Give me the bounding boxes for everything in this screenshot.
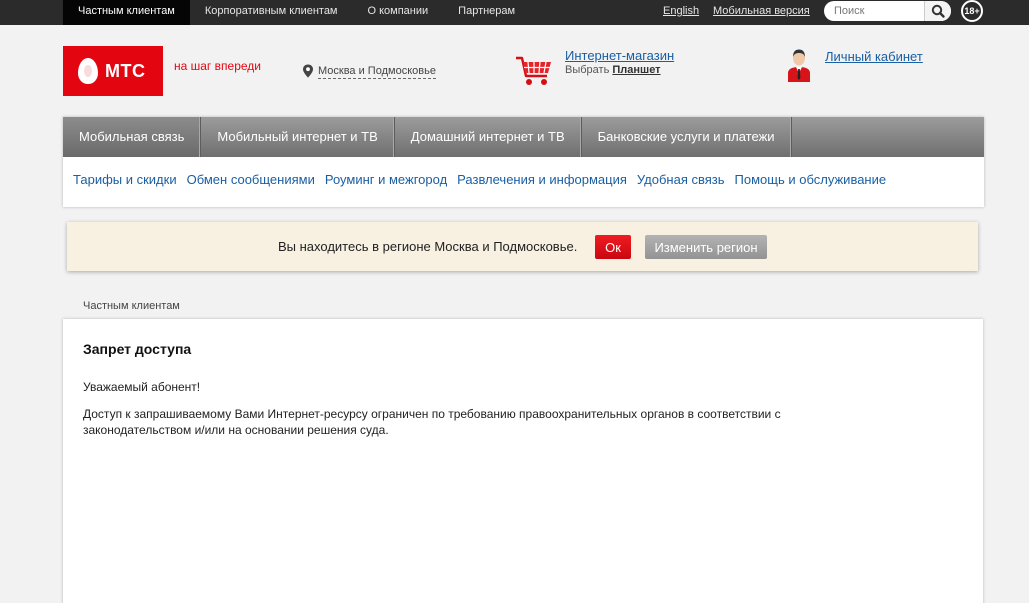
mobile-version-link[interactable]: Мобильная версия: [713, 0, 810, 22]
region-confirm-message: Вы находитесь в регионе Москва и Подмоск…: [278, 239, 578, 254]
shop-choose-line: Выбрать Планшет: [565, 64, 661, 76]
logo-egg-icon: [78, 58, 98, 84]
search-input[interactable]: [824, 1, 924, 21]
subnav-help[interactable]: Помощь и обслуживание: [735, 172, 887, 187]
region-selector[interactable]: Москва и Подмосковье: [318, 65, 436, 79]
subnav-messaging[interactable]: Обмен сообщениями: [187, 172, 315, 187]
logo-text: МТС: [105, 61, 146, 81]
slogan: на шаг впереди: [174, 59, 261, 73]
top-bar: Частным клиентам Корпоративным клиентам …: [0, 0, 1029, 25]
shop-choose-label: Выбрать: [565, 64, 610, 76]
user-avatar-icon[interactable]: [785, 48, 813, 82]
location-pin-icon: [303, 64, 313, 78]
shop-item-link[interactable]: Планшет: [612, 64, 660, 76]
sub-navigation: Тарифы и скидки Обмен сообщениями Роумин…: [73, 172, 896, 187]
tab-banking-payments[interactable]: Банковские услуги и платежи: [582, 117, 792, 157]
tab-home-internet-tv[interactable]: Домашний интернет и ТВ: [395, 117, 582, 157]
online-shop-link[interactable]: Интернет-магазин: [565, 48, 674, 63]
mts-logo[interactable]: МТС: [63, 46, 163, 96]
english-link[interactable]: English: [663, 0, 699, 22]
top-nav-partners[interactable]: Партнерам: [443, 0, 530, 25]
tab-mobile-internet-tv[interactable]: Мобильный интернет и ТВ: [201, 117, 395, 157]
change-region-button[interactable]: Изменить регион: [645, 235, 767, 259]
page-title: Запрет доступа: [83, 341, 192, 357]
search-icon: [931, 4, 945, 18]
tab-mobile[interactable]: Мобильная связь: [63, 117, 202, 157]
subnav-entertainment[interactable]: Развлечения и информация: [457, 172, 627, 187]
breadcrumb[interactable]: Частным клиентам: [83, 300, 180, 312]
personal-account-link[interactable]: Личный кабинет: [825, 49, 923, 64]
top-nav-about[interactable]: О компании: [353, 0, 444, 25]
content-panel: Запрет доступа Уважаемый абонент! Доступ…: [63, 319, 983, 603]
top-nav-corporate-clients[interactable]: Корпоративным клиентам: [190, 0, 353, 25]
subnav-convenient[interactable]: Удобная связь: [637, 172, 725, 187]
main-navigation: Мобильная связь Мобильный интернет и ТВ …: [63, 117, 984, 207]
greeting-text: Уважаемый абонент!: [83, 380, 201, 394]
subnav-tariffs[interactable]: Тарифы и скидки: [73, 172, 177, 187]
access-denied-message: Доступ к запрашиваемому Вами Интернет-ре…: [83, 407, 781, 437]
search-button[interactable]: [924, 1, 951, 21]
region-confirm-bar: Вы находитесь в регионе Москва и Подмоск…: [67, 222, 978, 271]
region-ok-button[interactable]: Ок: [595, 235, 631, 259]
age-rating-badge: 18+: [961, 0, 983, 22]
subnav-roaming[interactable]: Роуминг и межгород: [325, 172, 447, 187]
shopping-cart-icon[interactable]: [514, 54, 554, 88]
top-nav-private-clients[interactable]: Частным клиентам: [63, 0, 190, 25]
search-box: [824, 1, 951, 21]
top-nav: Частным клиентам Корпоративным клиентам …: [63, 0, 530, 25]
main-nav-tabs: Мобильная связь Мобильный интернет и ТВ …: [63, 117, 984, 157]
